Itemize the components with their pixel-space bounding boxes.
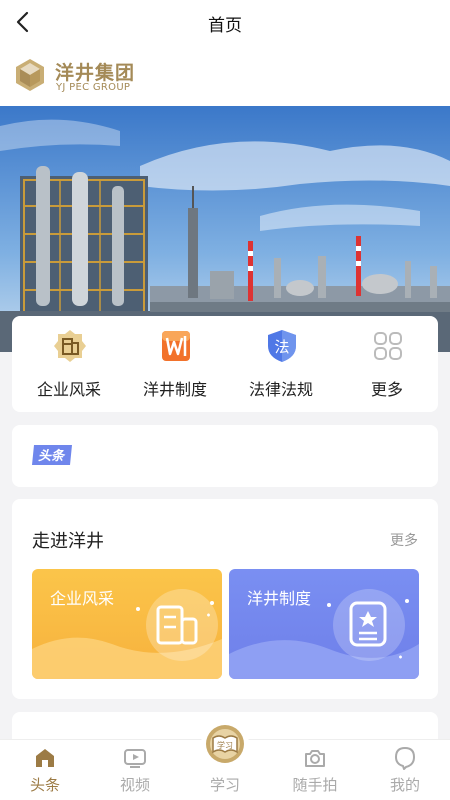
company-logo-icon: [16, 59, 44, 91]
more-grid-icon: [374, 332, 402, 360]
tab-label: 视频: [119, 776, 150, 794]
promo-card-regulations[interactable]: 洋井制度: [229, 569, 419, 679]
promo-label: 洋井制度: [247, 589, 312, 608]
quick-link-label: 企业风采: [36, 380, 101, 399]
quick-link-regulations[interactable]: 洋井制度: [122, 328, 228, 408]
camera-icon: [305, 750, 325, 767]
quick-link-more[interactable]: 更多: [334, 328, 440, 408]
brand-header: 洋井集团 YJ PEC GROUP: [0, 44, 450, 106]
brand-name-en: YJ PEC GROUP: [56, 82, 131, 93]
tab-snapshot[interactable]: 随手拍: [270, 740, 360, 800]
tab-label: 头条: [29, 776, 60, 794]
headline-badge-text: 头条: [38, 448, 66, 464]
enterprise-icon: [54, 330, 86, 362]
quick-link-enterprise[interactable]: 企业风采: [16, 328, 122, 408]
section-title: 走进洋井: [32, 531, 104, 552]
svg-text:法: 法: [274, 338, 289, 356]
tab-headlines[interactable]: 头条: [0, 740, 90, 800]
quick-link-laws[interactable]: 法 法律法规: [228, 328, 334, 408]
page-title: 首页: [208, 16, 242, 36]
video-icon: [124, 749, 146, 768]
tab-label: 随手拍: [292, 776, 338, 794]
tab-label: 我的: [389, 776, 420, 794]
tab-label: 学习: [209, 776, 240, 794]
bottom-tab-bar: 学习 头条 视频 学习 随手拍 我的: [0, 720, 450, 800]
section-card: 走进洋井 更多 企业风采 洋井制度: [12, 499, 438, 699]
promo-label: 企业风采: [50, 589, 115, 608]
top-navbar: 首页: [0, 0, 450, 44]
quick-link-label: 更多: [370, 380, 403, 399]
brand-name-cn: 洋井集团: [55, 62, 136, 84]
regulation-book-icon: [162, 331, 190, 361]
headline-badge: 头条: [32, 445, 72, 465]
quick-link-label: 法律法规: [248, 380, 313, 399]
tab-video[interactable]: 视频: [90, 740, 180, 800]
tab-profile[interactable]: 我的: [360, 740, 450, 800]
tab-study[interactable]: 学习: [180, 740, 270, 800]
quick-link-label: 洋井制度: [142, 380, 207, 399]
promo-card-enterprise[interactable]: 企业风采: [32, 569, 222, 679]
section-more-link[interactable]: 更多: [390, 530, 418, 550]
quick-links-card: 企业风采 洋井制度 法 法律法规 更多: [12, 316, 438, 412]
law-shield-icon: 法: [268, 330, 296, 362]
home-icon: [36, 749, 54, 767]
headline-card[interactable]: 头条: [12, 425, 438, 487]
profile-icon: [395, 747, 415, 770]
